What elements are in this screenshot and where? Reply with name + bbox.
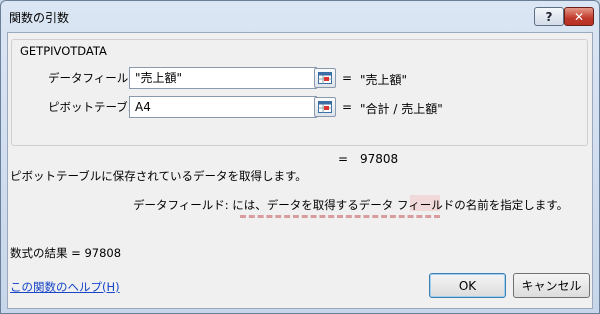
function-description: ピボットテーブルに保存されているデータを取得します。 bbox=[10, 169, 307, 183]
arguments-group: GETPIVOTDATA データフィールド "売上額" = "売上額" ピボット… bbox=[11, 39, 588, 146]
pivot-table-input[interactable]: A4 bbox=[129, 96, 317, 118]
dialog-title: 関数の引数 bbox=[9, 11, 70, 25]
data-field-value: "売上額" bbox=[360, 73, 408, 87]
arg-equals: = bbox=[342, 71, 353, 85]
function-name: GETPIVOTDATA bbox=[18, 44, 109, 58]
range-selector-icon bbox=[318, 101, 332, 113]
function-help-link[interactable]: この関数のヘルプ(H) bbox=[10, 279, 120, 295]
titlebar[interactable]: 関数の引数 ? ✕ bbox=[1, 1, 599, 31]
arg-label-pivot-table: ピボットテーブル bbox=[48, 100, 140, 114]
arg-equals: = bbox=[342, 100, 353, 114]
argument-help-text: データフィールド: には、データを取得するデータ フィールドの名前を指定します。 bbox=[133, 198, 569, 212]
cancel-button[interactable]: キャンセル bbox=[513, 273, 590, 298]
function-arguments-dialog: 関数の引数 ? ✕ GETPIVOTDATA データフィールド "売上額" = … bbox=[0, 0, 600, 314]
spellcheck-underline bbox=[240, 215, 440, 219]
range-selector-icon bbox=[318, 72, 332, 84]
close-button[interactable]: ✕ bbox=[564, 7, 594, 26]
result-preview-equals: = bbox=[338, 152, 349, 166]
formula-result: 数式の結果 = 97808 bbox=[10, 246, 122, 260]
result-preview-value: 97808 bbox=[360, 152, 399, 166]
help-button[interactable]: ? bbox=[534, 7, 564, 26]
pivot-table-value: "合計 / 売上額" bbox=[360, 102, 443, 116]
data-field-range-button[interactable] bbox=[314, 68, 336, 88]
pivot-table-range-button[interactable] bbox=[314, 97, 336, 117]
dialog-body: GETPIVOTDATA データフィールド "売上額" = "売上額" ピボット… bbox=[7, 32, 593, 309]
data-field-input[interactable]: "売上額" bbox=[129, 67, 317, 89]
arg-label-data-field: データフィールド bbox=[48, 71, 140, 85]
ok-button[interactable]: OK bbox=[429, 273, 506, 298]
